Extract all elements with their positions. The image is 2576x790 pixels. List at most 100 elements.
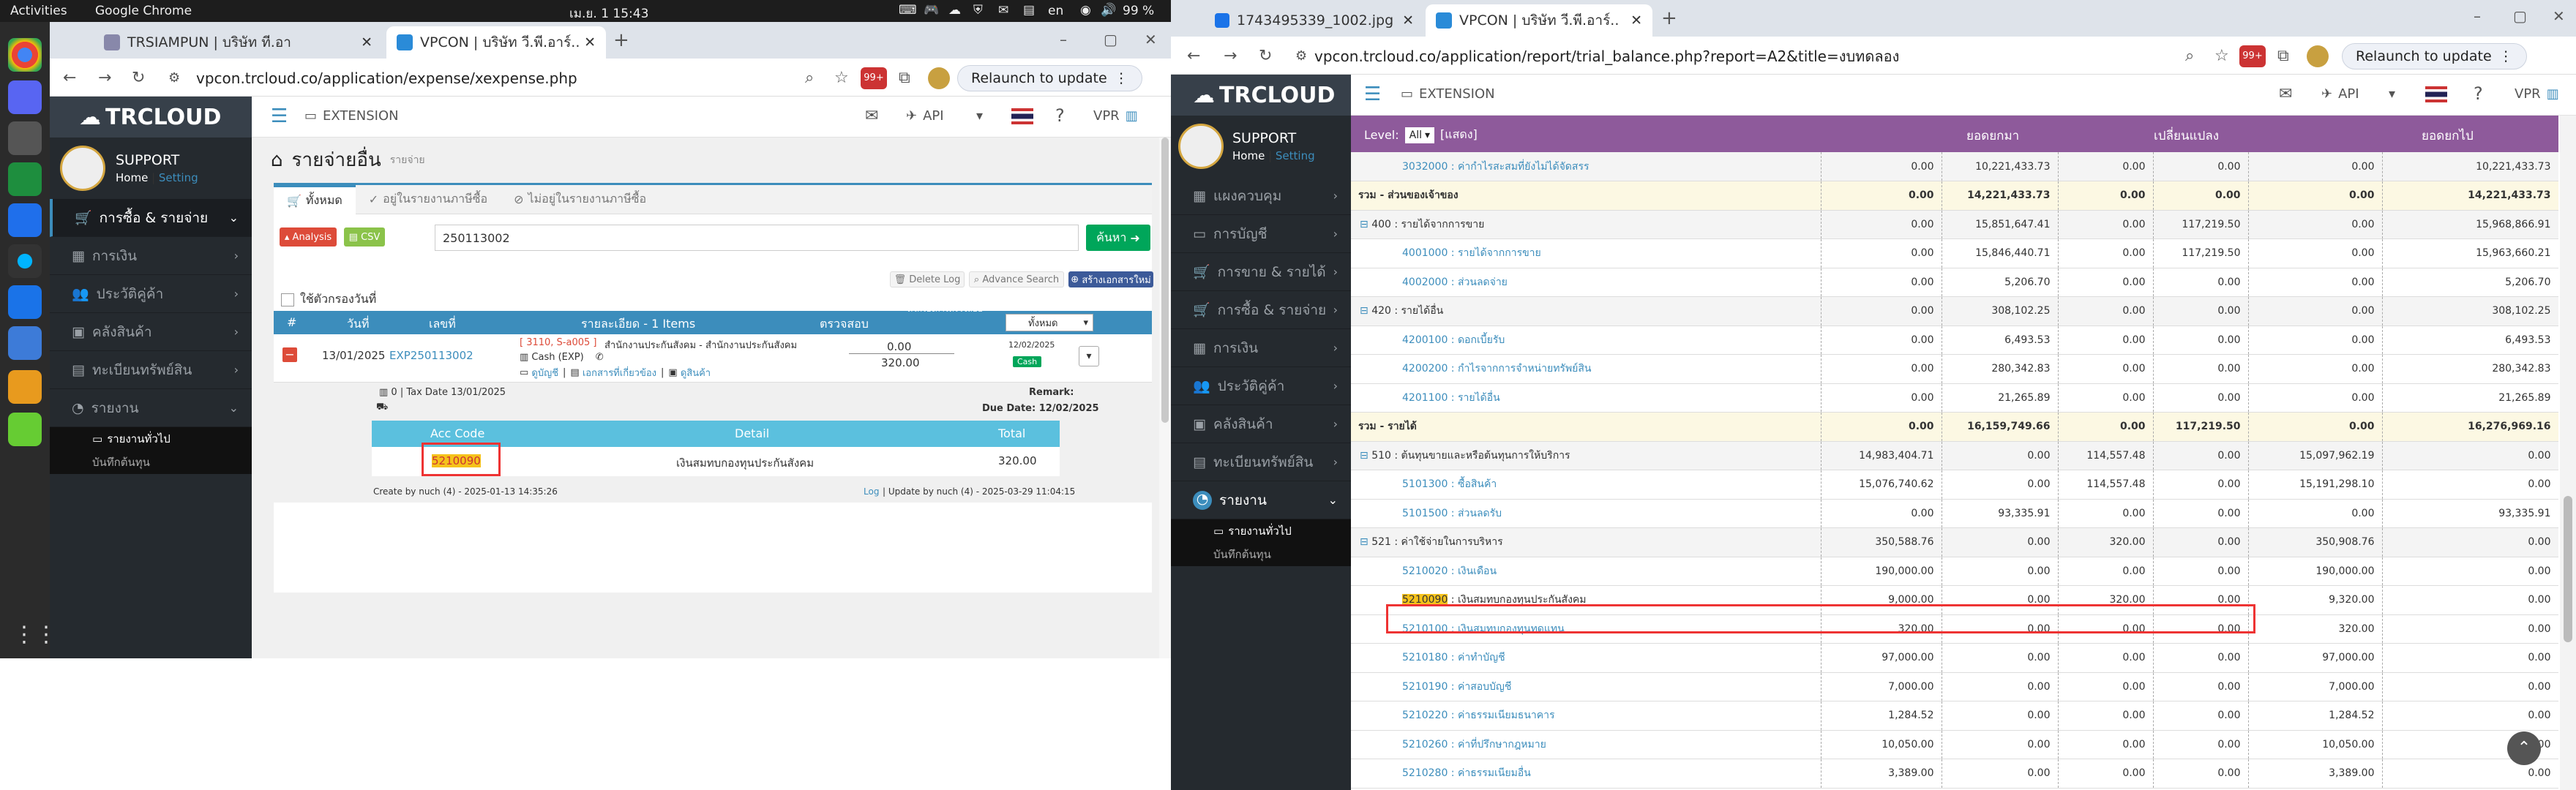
sidebar-item-purchase[interactable]: 🛒 การซื้อ & รายจ่าย ⌄ xyxy=(50,199,252,237)
thai-flag-icon[interactable] xyxy=(2425,86,2447,102)
tab-image-file[interactable]: 1743495339_1002.jpg ✕ xyxy=(1205,4,1424,37)
bookmark-star-icon[interactable]: ☆ xyxy=(834,69,849,87)
tab-trsiampun[interactable]: TRSIAMPUN | บริษัท ที.อา ✕ xyxy=(94,26,383,59)
scrollbar-thumb[interactable] xyxy=(1161,138,1169,423)
sidebar-item-sales[interactable]: 🛒 การขาย & รายได้ › xyxy=(1171,253,1351,291)
sidebar-subitem-general-report[interactable]: ▭ รายงานทั่วไป xyxy=(1171,519,1351,543)
show-button[interactable]: [แสดง] xyxy=(1440,126,1478,144)
calculator-icon[interactable] xyxy=(8,370,42,404)
account-link[interactable]: 4200200 : กำไรจากการจำหน่ายทรัพย์สิน xyxy=(1402,363,1592,375)
related-documents-link[interactable]: เอกสารที่เกี่ยวข้อง xyxy=(583,365,656,380)
search-input[interactable]: 250113002 xyxy=(435,225,1079,251)
tab-vpcon-trial-balance[interactable]: VPCON | บริษัท วี.พี.อาร์.. ✕ xyxy=(1426,4,1652,37)
keyboard-icon[interactable]: ⌨ xyxy=(899,3,917,18)
trcloud-logo[interactable]: ☁ TRCLOUD xyxy=(50,97,252,138)
sidebar-item-dashboard[interactable]: ▦ แผงควบคุม › xyxy=(1171,177,1351,215)
checkbox[interactable] xyxy=(281,293,294,306)
relaunch-button[interactable]: Relaunch to update ⋮ xyxy=(957,65,1142,91)
scrollbar[interactable] xyxy=(1159,138,1171,658)
extensions-icon[interactable]: ⧉ xyxy=(2277,47,2289,65)
camera-icon[interactable] xyxy=(8,244,42,278)
company-menu[interactable]: VPR ▥ xyxy=(2515,86,2559,102)
sidebar-item-assets[interactable]: ▤ ทะเบียนทรัพย์สิน › xyxy=(50,351,252,389)
row-action-dropdown[interactable]: ▾ xyxy=(1079,346,1099,366)
kebab-menu-icon[interactable]: ⋮ xyxy=(2499,48,2513,64)
account-link[interactable]: 4201100 : รายได้อื่น xyxy=(1402,392,1500,404)
account-link[interactable]: 5101500 : ส่วนลดรับ xyxy=(1402,508,1502,519)
setting-link[interactable]: Setting xyxy=(1276,149,1315,162)
tab-not-in-report[interactable]: ⊘ ไม่อยู่ในรายงานภาษีซื้อ xyxy=(501,185,659,214)
pen-icon[interactable] xyxy=(8,326,42,360)
sidebar-item-stock[interactable]: ▣ คลังสินค้า › xyxy=(1171,405,1351,443)
reload-icon[interactable]: ↻ xyxy=(132,69,145,87)
extension-badge[interactable]: 99+ xyxy=(861,67,887,89)
analysis-button[interactable]: ▴ Analysis xyxy=(280,227,337,247)
battery-level[interactable]: 99 % xyxy=(1123,4,1154,18)
close-icon[interactable]: ✕ xyxy=(1630,12,1642,29)
cloud-icon[interactable]: ☁ xyxy=(948,3,961,18)
minimize-icon[interactable]: – xyxy=(1060,31,1067,48)
account-link[interactable]: 5101300 : ซื้อสินค้า xyxy=(1402,478,1497,490)
account-link[interactable]: 5210190 : ค่าสอบบัญชี xyxy=(1402,681,1511,693)
site-info-icon[interactable]: ⚙ xyxy=(168,70,180,86)
hamburger-icon[interactable]: ☰ xyxy=(1364,83,1381,105)
account-link[interactable]: 4002000 : ส่วนลดจ่าย xyxy=(1402,276,1508,288)
scroll-to-top-button[interactable]: ⌃ xyxy=(2507,731,2541,765)
trash-icon[interactable] xyxy=(8,413,42,446)
home-link[interactable]: Home xyxy=(1232,149,1265,162)
account-link[interactable]: 5210260 : ค่าที่ปรึกษากฎหมาย xyxy=(1402,739,1546,750)
api-menu[interactable]: ✈ API xyxy=(2321,86,2359,102)
maximize-icon[interactable]: ▢ xyxy=(1104,31,1117,48)
view-products-link[interactable]: ดูสินค้า xyxy=(681,365,711,380)
help-icon[interactable]: ? xyxy=(1055,105,1065,126)
extensions-icon[interactable]: ⧉ xyxy=(899,69,910,87)
account-link[interactable]: 5210180 : ค่าทำบัญชี xyxy=(1402,652,1505,663)
tab-vpcon[interactable]: VPCON | บริษัท วี.พี.อาร์.. ✕ xyxy=(386,26,606,59)
help-icon[interactable]: ? xyxy=(2474,83,2483,104)
back-icon[interactable]: ← xyxy=(1187,47,1200,65)
zoom-icon[interactable]: ⌕ xyxy=(805,69,814,87)
profile-avatar[interactable] xyxy=(2307,45,2329,67)
account-link[interactable]: 4200100 : ดอกเบี้ยรับ xyxy=(1402,334,1505,346)
advance-search-button[interactable]: ⌕ Advance Search xyxy=(969,271,1064,287)
sidebar-subitem-cost[interactable]: บันทึกต้นทุน xyxy=(1171,543,1351,566)
setting-link[interactable]: Setting xyxy=(159,171,198,184)
profile-avatar[interactable] xyxy=(928,67,950,89)
spreadsheet-icon[interactable] xyxy=(8,162,42,196)
minimize-icon[interactable]: – xyxy=(2474,7,2481,25)
close-icon[interactable]: ✕ xyxy=(361,34,372,50)
zoom-icon[interactable]: ⌕ xyxy=(2185,47,2194,65)
wifi-icon[interactable]: ◉ xyxy=(1080,3,1091,18)
address-bar[interactable]: vpcon.trcloud.co/application/expense/xex… xyxy=(196,66,855,91)
sidebar-item-history[interactable]: 👥 ประวัติคู่ค้า › xyxy=(50,275,252,313)
delete-log-button[interactable]: 🗑 Delete Log xyxy=(890,271,965,287)
mail-icon[interactable]: ✉ xyxy=(865,107,878,125)
forward-icon[interactable]: → xyxy=(1224,47,1237,65)
extension-badge[interactable]: 99+ xyxy=(2239,45,2266,67)
sidebar-item-stock[interactable]: ▣ คลังสินค้า › xyxy=(50,313,252,351)
hamburger-icon[interactable]: ☰ xyxy=(271,105,288,127)
new-tab-icon[interactable]: + xyxy=(1661,7,1677,29)
log-link[interactable]: Log xyxy=(864,486,879,497)
sidebar-item-report[interactable]: ◔ รายงาน ⌄ xyxy=(50,389,252,427)
sidebar-subitem-general-report[interactable]: ▭ รายงานทั่วไป xyxy=(50,427,252,451)
gamepad-icon[interactable]: 🎮 xyxy=(924,3,939,18)
collapse-icon[interactable]: ⊟ xyxy=(1360,219,1371,230)
api-menu[interactable]: ✈ API xyxy=(906,108,944,124)
collapse-icon[interactable]: ⊟ xyxy=(1360,450,1371,462)
bookmark-star-icon[interactable]: ☆ xyxy=(2214,47,2229,65)
account-link[interactable]: 5210280 : ค่าธรรมเนียมอื่น xyxy=(1402,767,1531,779)
site-info-icon[interactable]: ⚙ xyxy=(1295,48,1307,64)
language-indicator[interactable]: en xyxy=(1048,4,1063,18)
collapse-icon[interactable]: − xyxy=(282,347,297,362)
view-account-link[interactable]: ดูบัญชี xyxy=(531,365,558,380)
table-row[interactable]: − 13/01/2025 EXP250113002 [ 3110, S-a005… xyxy=(274,336,1152,383)
sidebar-subitem-cost[interactable]: บันทึกต้นทุน xyxy=(50,451,252,474)
chrome-icon[interactable] xyxy=(8,38,42,72)
csv-button[interactable]: ▤ CSV xyxy=(344,227,385,247)
clock[interactable]: เม.ย. 1 15:43 xyxy=(569,4,648,23)
clipboard-icon[interactable]: ▤ xyxy=(1023,3,1035,18)
sidebar-item-assets[interactable]: ▤ ทะเบียนทรัพย์สิน › xyxy=(1171,443,1351,481)
close-window-icon[interactable]: ✕ xyxy=(1145,31,1157,48)
scrollbar-thumb[interactable] xyxy=(2564,496,2572,642)
